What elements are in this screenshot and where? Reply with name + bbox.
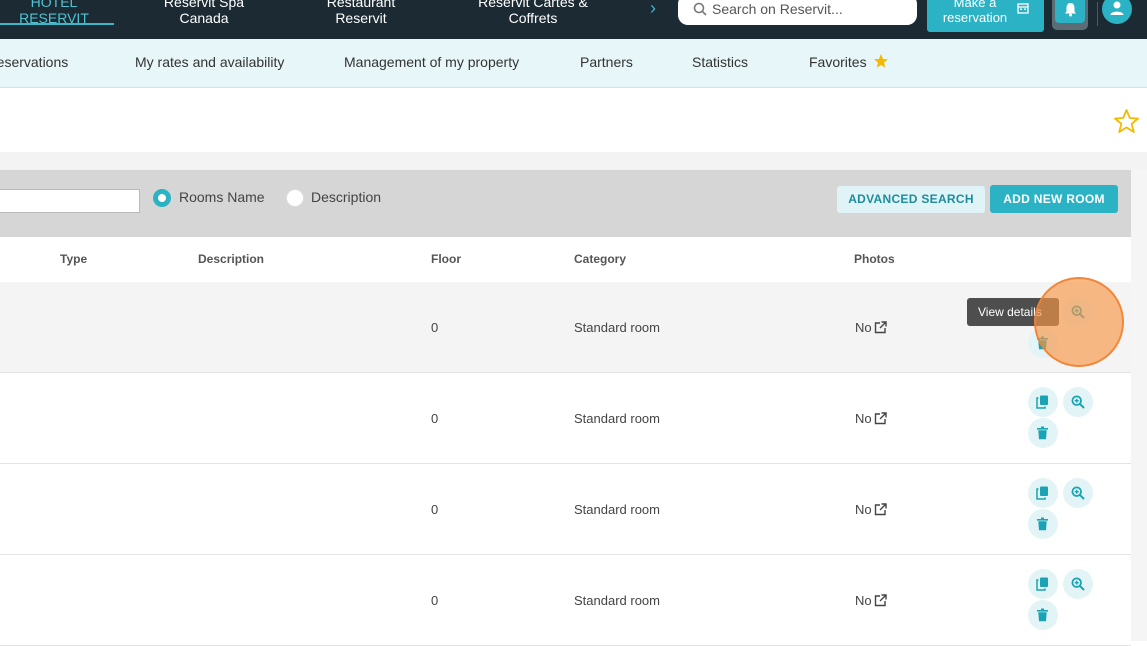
trash-icon — [1037, 426, 1048, 440]
copy-icon — [1036, 486, 1048, 500]
notifications-button[interactable] — [1052, 0, 1088, 30]
delete-button[interactable] — [1028, 509, 1058, 539]
nav-item-partners[interactable]: Partners — [580, 54, 633, 70]
column-header-floor[interactable]: Floor — [431, 252, 461, 266]
duplicate-button[interactable] — [1028, 387, 1058, 417]
cell-floor: 0 — [431, 320, 439, 335]
copy-icon — [1036, 395, 1048, 409]
cell-photos: No — [855, 411, 872, 426]
cell-category: Standard room — [574, 411, 660, 426]
zoom-in-icon — [1071, 395, 1085, 409]
tab-spa-canada-label: Reservit Spa Canada — [163, 0, 245, 26]
table-header: Type Description Floor Category Photos — [0, 237, 1131, 283]
vertical-scrollbar[interactable] — [1131, 170, 1147, 641]
calendar-icon — [1017, 3, 1029, 14]
view-details-button[interactable] — [1063, 569, 1093, 599]
trash-icon — [1037, 608, 1048, 622]
radio-rooms-name[interactable] — [153, 189, 171, 207]
cell-photos: No — [855, 320, 872, 335]
add-favorite-star-icon[interactable] — [1113, 108, 1140, 135]
column-header-photos[interactable]: Photos — [854, 252, 895, 266]
cell-photos: No — [855, 502, 872, 517]
tab-restaurant-label: Restaurant Reservit — [326, 0, 396, 26]
chevron-right-icon[interactable]: › — [646, 0, 660, 17]
user-menu-button[interactable] — [1102, 0, 1132, 24]
table-row: 0 Standard room No — [0, 373, 1131, 464]
tab-cartes-coffrets[interactable]: Reservit Cartes & Coffrets — [470, 0, 596, 26]
bell-icon — [1065, 3, 1076, 17]
advanced-search-button[interactable]: ADVANCED SEARCH — [837, 186, 985, 213]
cell-floor: 0 — [431, 411, 439, 426]
radio-description[interactable] — [286, 189, 304, 207]
add-new-room-button[interactable]: ADD NEW ROOM — [990, 185, 1118, 213]
nav-item-management[interactable]: Management of my property — [344, 54, 519, 70]
global-search[interactable]: Search on Reservit... — [678, 0, 917, 25]
star-icon — [874, 54, 888, 68]
cell-floor: 0 — [431, 502, 439, 517]
cell-category: Standard room — [574, 502, 660, 517]
make-reservation-label: Make a reservation — [942, 0, 1008, 25]
cell-category: Standard room — [574, 320, 660, 335]
tab-restaurant[interactable]: Restaurant Reservit — [307, 0, 415, 26]
tab-cartes-label: Reservit Cartes & Coffrets — [478, 0, 588, 26]
external-link-icon[interactable] — [874, 503, 887, 516]
click-highlight-marker — [1034, 277, 1124, 367]
table-row: 0 Standard room No — [0, 555, 1131, 646]
delete-button[interactable] — [1028, 418, 1058, 448]
zoom-in-icon — [1071, 577, 1085, 591]
filter-bar: Rooms Name Description ADVANCED SEARCH A… — [0, 170, 1131, 237]
nav-item-statistics[interactable]: Statistics — [692, 54, 748, 70]
view-details-button[interactable] — [1063, 478, 1093, 508]
radio-description-label: Description — [311, 189, 382, 205]
external-link-icon[interactable] — [874, 412, 887, 425]
main-nav: reservations My rates and availability M… — [0, 39, 1147, 88]
room-search-input[interactable] — [0, 189, 140, 213]
search-icon — [693, 2, 707, 16]
tab-spa-canada[interactable]: Reservit Spa Canada — [150, 0, 258, 26]
column-header-category[interactable]: Category — [574, 252, 626, 266]
top-bar: HOTEL RESERVIT Reservit Spa Canada Resta… — [0, 0, 1147, 39]
radio-rooms-name-label: Rooms Name — [179, 189, 265, 205]
zoom-in-icon — [1071, 486, 1085, 500]
section-gap — [0, 152, 1147, 170]
make-reservation-button[interactable]: Make a reservation — [927, 0, 1044, 32]
duplicate-button[interactable] — [1028, 478, 1058, 508]
active-tab-underline — [0, 23, 114, 25]
nav-item-reservations[interactable]: reservations — [0, 54, 68, 70]
cell-category: Standard room — [574, 593, 660, 608]
topbar-divider — [1097, 2, 1098, 26]
trash-icon — [1037, 517, 1048, 531]
search-input[interactable]: Search on Reservit... — [712, 1, 843, 17]
external-link-icon[interactable] — [874, 321, 887, 334]
external-link-icon[interactable] — [874, 594, 887, 607]
nav-item-rates[interactable]: My rates and availability — [135, 54, 284, 70]
duplicate-button[interactable] — [1028, 569, 1058, 599]
column-header-description[interactable]: Description — [198, 252, 264, 266]
cell-floor: 0 — [431, 593, 439, 608]
view-details-button[interactable] — [1063, 387, 1093, 417]
column-header-type[interactable]: Type — [60, 252, 87, 266]
notifications-inner — [1055, 0, 1085, 23]
cell-photos: No — [855, 593, 872, 608]
table-row: 0 Standard room No — [0, 464, 1131, 555]
nav-item-favorites[interactable]: Favorites — [809, 54, 867, 70]
delete-button[interactable] — [1028, 600, 1058, 630]
copy-icon — [1036, 577, 1048, 591]
user-icon — [1110, 1, 1124, 15]
table-row: 0 Standard room No — [0, 282, 1131, 373]
